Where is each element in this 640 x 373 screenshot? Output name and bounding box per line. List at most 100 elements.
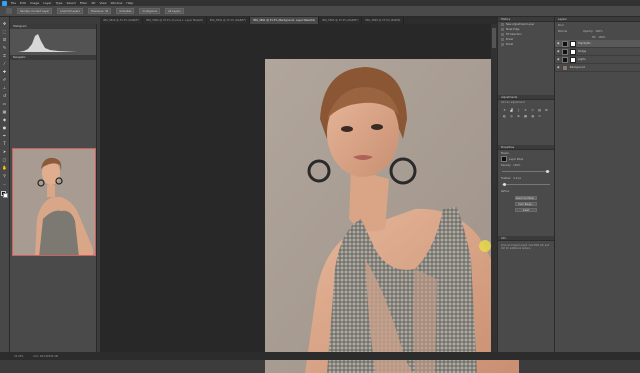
brush-icon[interactable]: ✐	[2, 77, 8, 82]
levels-icon[interactable]: ▟	[509, 108, 514, 112]
layer-name[interactable]: Lights	[578, 58, 586, 61]
feather-slider-thumb[interactable]	[503, 183, 506, 186]
type-icon[interactable]: T	[2, 141, 8, 146]
eye-icon[interactable]: ◉	[557, 58, 560, 61]
photoshop-logo-icon	[2, 0, 7, 6]
zoom-level[interactable]: 33.33%	[14, 355, 24, 358]
channel-mixer-icon[interactable]: ⊕	[516, 114, 521, 118]
menu-edit[interactable]: Edit	[20, 1, 26, 5]
option-all-layers[interactable]: All Layers	[165, 8, 184, 14]
move-icon[interactable]: ✥	[2, 21, 8, 26]
crop-icon[interactable]: ⌗	[2, 53, 8, 58]
pen-icon[interactable]: ✒	[2, 133, 8, 138]
menu-type[interactable]: Type	[56, 1, 63, 5]
more-tools-icon[interactable]: …	[2, 181, 8, 186]
tab-document-1[interactable]: IMG_5890 @ 33.3% (RGB/8*)	[100, 17, 144, 24]
eye-icon[interactable]: ◉	[557, 50, 560, 53]
navigator-preview[interactable]	[12, 148, 96, 256]
shape-icon[interactable]: ▢	[2, 157, 8, 162]
histogram-graph	[18, 34, 78, 52]
photo-filter-icon[interactable]: ◎	[509, 114, 514, 118]
option-contiguous[interactable]: Contiguous	[139, 8, 161, 14]
layer-name[interactable]: Highlights	[578, 42, 591, 45]
lasso-icon[interactable]: ᘎ	[2, 37, 8, 42]
layer-row[interactable]: ◉ Background	[555, 64, 640, 72]
history-item-label: Brush	[506, 43, 514, 46]
navigator-panel-tab[interactable]: Navigator	[10, 55, 96, 60]
quick-select-icon[interactable]: ✎	[2, 45, 8, 50]
gradient-map-icon[interactable]: ▭	[537, 114, 542, 118]
tab-document-6[interactable]: IMG_5899 @ 33.3% (RGB/8)	[362, 17, 405, 24]
background-color-swatch[interactable]	[3, 193, 8, 198]
color-swatches[interactable]	[1, 191, 8, 198]
menu-help[interactable]: Help	[126, 1, 133, 5]
eraser-icon[interactable]: ▭	[2, 101, 8, 106]
option-load-layers[interactable]: Load All Layers	[57, 8, 83, 14]
tab-document-4[interactable]: IMG_5891 @ 33.3% (Background, Layer Mask…	[250, 17, 320, 24]
marquee-icon[interactable]: ⬚	[2, 29, 8, 34]
brightness-icon[interactable]: ☀	[502, 108, 507, 112]
menu-filter[interactable]: Filter	[80, 1, 87, 5]
stamp-icon[interactable]: ⊥	[2, 85, 8, 90]
menu-file[interactable]: File	[11, 1, 16, 5]
tools-panel: ✥ ⬚ ᘎ ✎ ⌗ ⁄ ✚ ✐ ⊥ ↺ ▭ ▦ ◆ ● ✒ T ➤ ▢ ✋ ⚲ …	[0, 17, 10, 352]
fill-value[interactable]: 100%	[598, 36, 605, 39]
eye-icon[interactable]: ◉	[557, 66, 560, 69]
layer-row[interactable]: ◉ Dodge	[555, 48, 640, 56]
menu-layer[interactable]: Layer	[43, 1, 51, 5]
feather-slider[interactable]	[502, 183, 550, 186]
tab-document-2[interactable]: IMG_5890 @ 33.3% (Curves 1, Layer Mask/8…	[143, 17, 207, 24]
blend-mode-select[interactable]: Normal	[558, 30, 567, 33]
layers-kind-label[interactable]: Kind	[558, 24, 564, 27]
hand-icon[interactable]: ✋	[2, 165, 8, 170]
tab-document-5[interactable]: IMG_5895 @ 33.3% (RGB/8*)	[319, 17, 363, 24]
exposure-icon[interactable]: ±	[523, 108, 528, 112]
refine-label: Refine:	[501, 189, 510, 193]
scrollbar-thumb[interactable]	[492, 28, 496, 48]
layer-mask-thumbnail[interactable]	[570, 40, 576, 47]
density-value[interactable]: 100%	[513, 164, 520, 167]
opacity-value[interactable]: 100%	[595, 30, 602, 33]
tab-document-3[interactable]: IMG_5891 @ 33.3% (RGB/8*)	[207, 17, 251, 24]
menu-3d[interactable]: 3D	[91, 1, 95, 5]
option-anti-alias[interactable]: Anti-alias	[116, 8, 135, 14]
canvas-workspace[interactable]	[100, 24, 519, 373]
select-and-mask-button[interactable]: Select and Mask...	[515, 196, 537, 200]
layer-name[interactable]: Background	[570, 66, 585, 69]
feather-row: Feather: 0.0 px	[498, 175, 554, 181]
color-lookup-icon[interactable]: ▦	[523, 114, 528, 118]
document-image[interactable]	[265, 59, 519, 373]
blur-icon[interactable]: ◆	[2, 117, 8, 122]
menu-select[interactable]: Select	[67, 1, 76, 5]
layer-mask-thumbnail[interactable]	[570, 56, 576, 63]
layer-mask-thumbnail[interactable]	[570, 48, 576, 55]
color-balance-icon[interactable]: ⚖	[544, 108, 549, 112]
healing-icon[interactable]: ✚	[2, 69, 8, 74]
menu-window[interactable]: Window	[111, 1, 123, 5]
path-select-icon[interactable]: ➤	[2, 149, 8, 154]
feather-value[interactable]: 0.0 px	[513, 177, 521, 180]
invert-adjust-icon[interactable]: ◑	[530, 114, 535, 118]
eye-icon[interactable]: ◉	[557, 42, 560, 45]
history-brush-icon[interactable]: ↺	[2, 93, 8, 98]
tool-preset-icon[interactable]	[6, 8, 12, 14]
eyedropper-icon[interactable]: ⁄	[2, 61, 8, 66]
curves-icon[interactable]: ∫	[516, 108, 521, 112]
density-slider[interactable]	[502, 170, 550, 173]
black-white-icon[interactable]: ◐	[502, 114, 507, 118]
option-tolerance[interactable]: Tolerance: 32	[87, 8, 112, 14]
menu-view[interactable]: View	[99, 1, 106, 5]
layer-name[interactable]: Dodge	[578, 50, 586, 53]
density-slider-thumb[interactable]	[546, 170, 549, 173]
layer-row[interactable]: ◉ Lights	[555, 56, 640, 64]
dodge-icon[interactable]: ●	[2, 125, 8, 130]
vibrance-icon[interactable]: ▽	[530, 108, 535, 112]
zoom-icon[interactable]: ⚲	[2, 173, 8, 178]
hue-saturation-icon[interactable]: ▥	[537, 108, 542, 112]
gradient-icon[interactable]: ▦	[2, 109, 8, 114]
invert-button[interactable]: Invert	[515, 208, 537, 212]
option-sample[interactable]: Sample: Current Layer	[17, 8, 53, 14]
menu-image[interactable]: Image	[30, 1, 39, 5]
color-range-button[interactable]: Color Range...	[515, 202, 537, 206]
layer-row[interactable]: ◉ Highlights	[555, 40, 640, 48]
